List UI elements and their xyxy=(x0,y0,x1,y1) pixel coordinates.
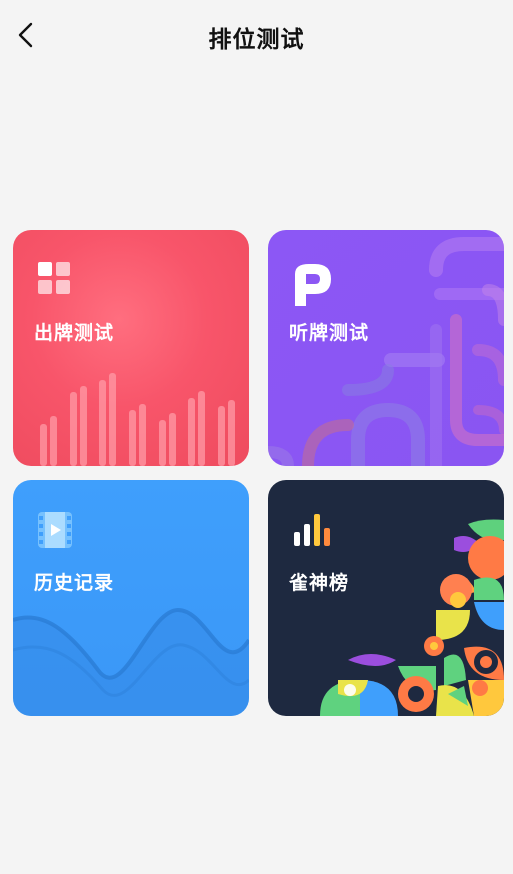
leaderboard-label: 雀神榜 xyxy=(289,572,350,594)
play-test-card[interactable]: 出牌测试 xyxy=(13,230,249,466)
listen-test-label: 听牌测试 xyxy=(289,322,370,344)
p-logo-icon xyxy=(295,264,331,306)
listen-test-card[interactable]: 听牌测试 xyxy=(268,230,504,466)
video-film-icon xyxy=(38,512,72,548)
history-card[interactable]: 历史记录 xyxy=(13,480,249,716)
history-label: 历史记录 xyxy=(34,572,115,594)
leaderboard-card[interactable]: 雀神榜 xyxy=(268,480,504,716)
bar-chart-icon xyxy=(294,514,330,546)
top-bar: 排位测试 xyxy=(0,0,513,72)
play-test-label: 出牌测试 xyxy=(34,322,115,344)
grid-icon xyxy=(38,262,70,294)
page-title: 排位测试 xyxy=(208,27,305,53)
